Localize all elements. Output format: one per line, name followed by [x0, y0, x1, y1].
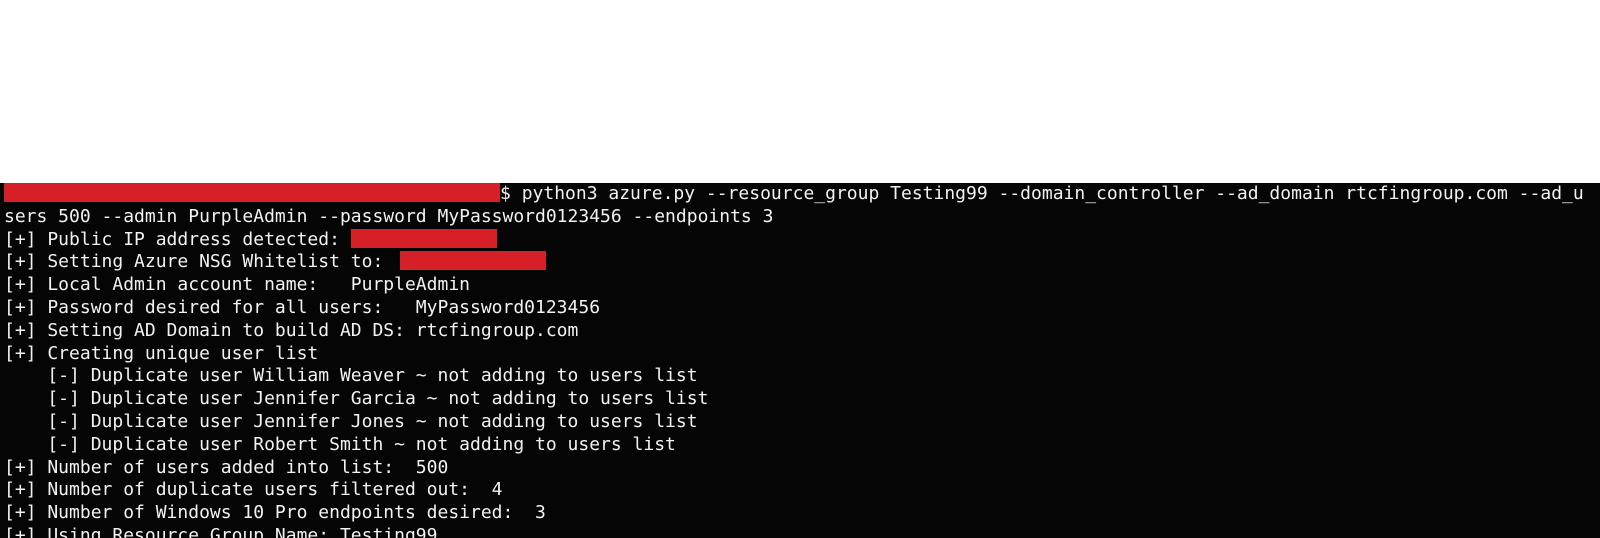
endpoints-desired-line: [+] Number of Windows 10 Pro endpoints d… — [4, 502, 546, 524]
users-added-line: [+] Number of users added into list: 500 — [4, 456, 449, 478]
public-ip-line: [+] Public IP address detected: — [4, 228, 1600, 252]
blank-area — [0, 0, 1600, 183]
duplicate-line: [-] Duplicate user Jennifer Jones ~ not … — [4, 410, 698, 432]
user-list-line: [+] Creating unique user list — [4, 342, 319, 364]
ad-domain-line: [+] Setting AD Domain to build AD DS: rt… — [4, 319, 579, 341]
redacted-prompt — [4, 183, 500, 202]
duplicate-line: [-] Duplicate user Jennifer Garcia ~ not… — [4, 388, 709, 410]
duplicates-filtered-line: [+] Number of duplicate users filtered o… — [4, 479, 503, 501]
duplicate-line: [-] Duplicate user Robert Smith ~ not ad… — [4, 433, 676, 455]
prompt-suffix: $ — [500, 183, 522, 204]
command-text: python3 azure.py --resource_group Testin… — [521, 183, 1584, 204]
redacted-ip — [350, 228, 497, 248]
local-admin-line: [+] Local Admin account name: PurpleAdmi… — [4, 274, 470, 296]
nsg-whitelist-line: [+] Setting Azure NSG Whitelist to: — [4, 251, 1600, 274]
public-ip-label: [+] Public IP address detected: — [4, 228, 351, 250]
nsg-whitelist-label: [+] Setting Azure NSG Whitelist to: — [4, 251, 395, 273]
redacted-whitelist-ip — [400, 251, 547, 271]
terminal-window[interactable]: $ python3 azure.py --resource_group Test… — [0, 183, 1600, 538]
partial-line: [+] Using Resource Group Name: Testing99 — [4, 524, 438, 538]
command-line-wrap: sers 500 --admin PurpleAdmin --password … — [4, 205, 774, 227]
command-line: $ python3 azure.py --resource_group Test… — [4, 183, 1600, 206]
password-line: [+] Password desired for all users: MyPa… — [4, 296, 601, 318]
duplicate-line: [-] Duplicate user William Weaver ~ not … — [4, 365, 698, 387]
